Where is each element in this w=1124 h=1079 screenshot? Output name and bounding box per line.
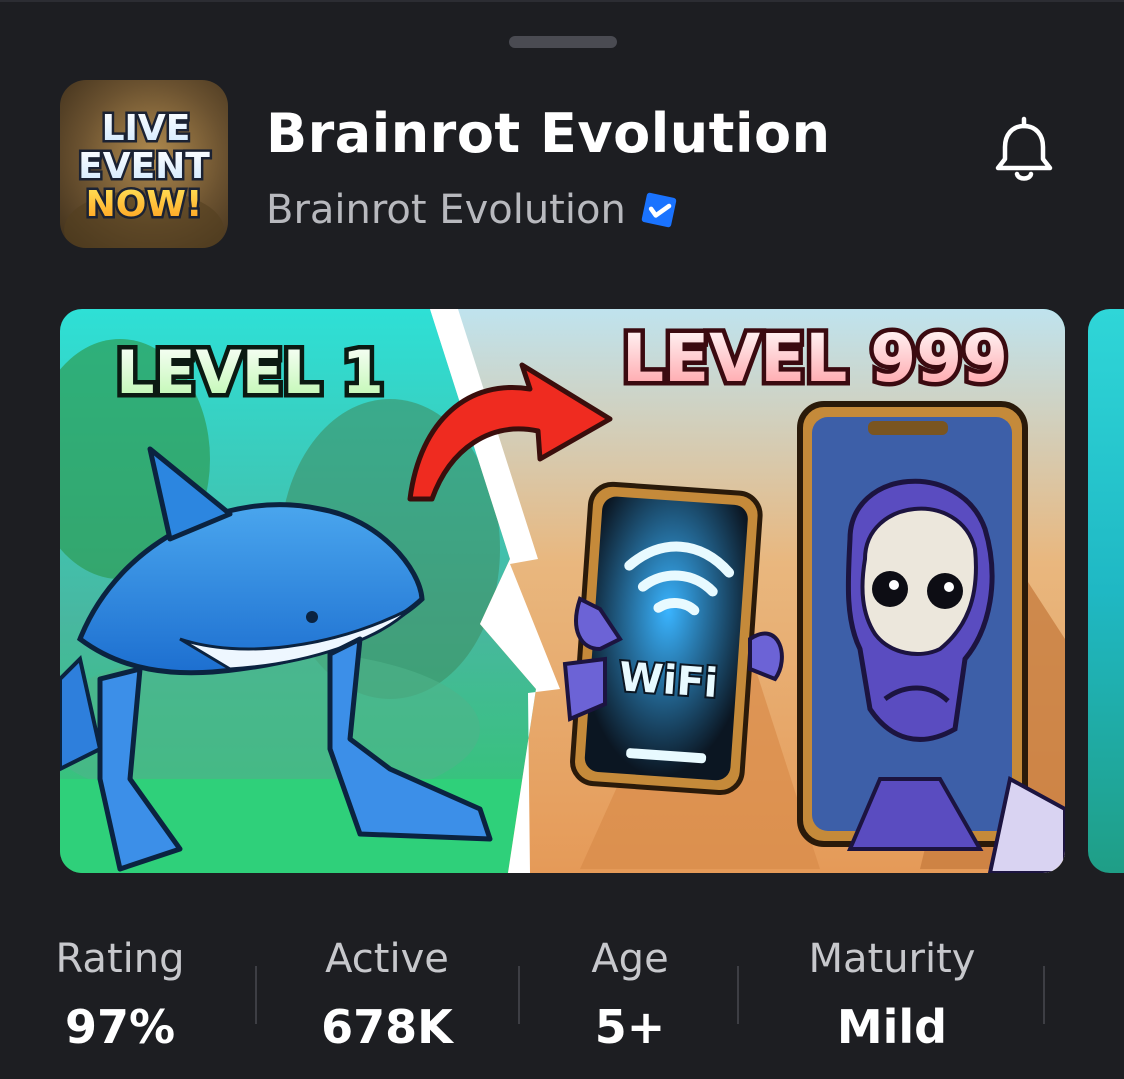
creator-row: Brainrot Evolution [266, 184, 678, 236]
game-details-sheet: LIVE EVENT NOW! Brainrot Evolution Brain… [0, 0, 1124, 1079]
stat-age: Age 5+ [555, 922, 705, 1058]
game-icon-art: LIVE EVENT NOW! [64, 106, 224, 248]
stat-maturity-label: Maturity [808, 936, 976, 982]
stat-divider [255, 966, 257, 1024]
stat-maturity-value: Mild [836, 1000, 948, 1054]
stat-active: Active 678K [292, 922, 482, 1058]
stat-divider [518, 966, 520, 1024]
thumbnail-art: LEVEL 1 LEVEL 999 WiFi [60, 309, 1065, 873]
stat-age-value: 5+ [594, 1000, 666, 1054]
verified-badge-icon [640, 191, 678, 229]
creator-name[interactable]: Brainrot Evolution [266, 187, 626, 233]
thumbnail-slide[interactable]: LEVEL 1 LEVEL 999 WiFi [60, 309, 1065, 873]
stat-rating-value: 97% [64, 1000, 176, 1054]
game-stats: Rating 97% Active 678K Age 5+ Maturity M… [0, 922, 1124, 1062]
notify-bell-button[interactable] [984, 110, 1064, 190]
stat-age-label: Age [591, 936, 669, 982]
icon-text-event: EVENT [78, 146, 210, 187]
wifi-text: WiFi [617, 654, 719, 707]
icon-text-now: NOW! [86, 184, 203, 225]
stat-active-value: 678K [321, 1000, 453, 1054]
level-999-label: LEVEL 999 [622, 320, 1008, 397]
sheet-drag-handle[interactable] [509, 36, 617, 48]
game-icon[interactable]: LIVE EVENT NOW! [60, 80, 228, 248]
stat-rating: Rating 97% [30, 922, 210, 1058]
next-thumbnail-peek[interactable] [1088, 309, 1124, 873]
level-1-label: LEVEL 1 [116, 338, 384, 408]
bell-icon [995, 116, 1053, 181]
stat-divider [737, 966, 739, 1024]
stat-active-label: Active [325, 936, 449, 982]
game-header: LIVE EVENT NOW! Brainrot Evolution Brain… [60, 80, 1064, 248]
thumbnail-carousel[interactable]: LEVEL 1 LEVEL 999 WiFi [0, 309, 1124, 873]
stat-maturity: Maturity Mild [782, 922, 1002, 1058]
stat-divider [1043, 966, 1045, 1024]
stat-rating-label: Rating [55, 936, 185, 982]
icon-text-live: LIVE [102, 108, 191, 149]
game-title: Brainrot Evolution [266, 102, 831, 165]
